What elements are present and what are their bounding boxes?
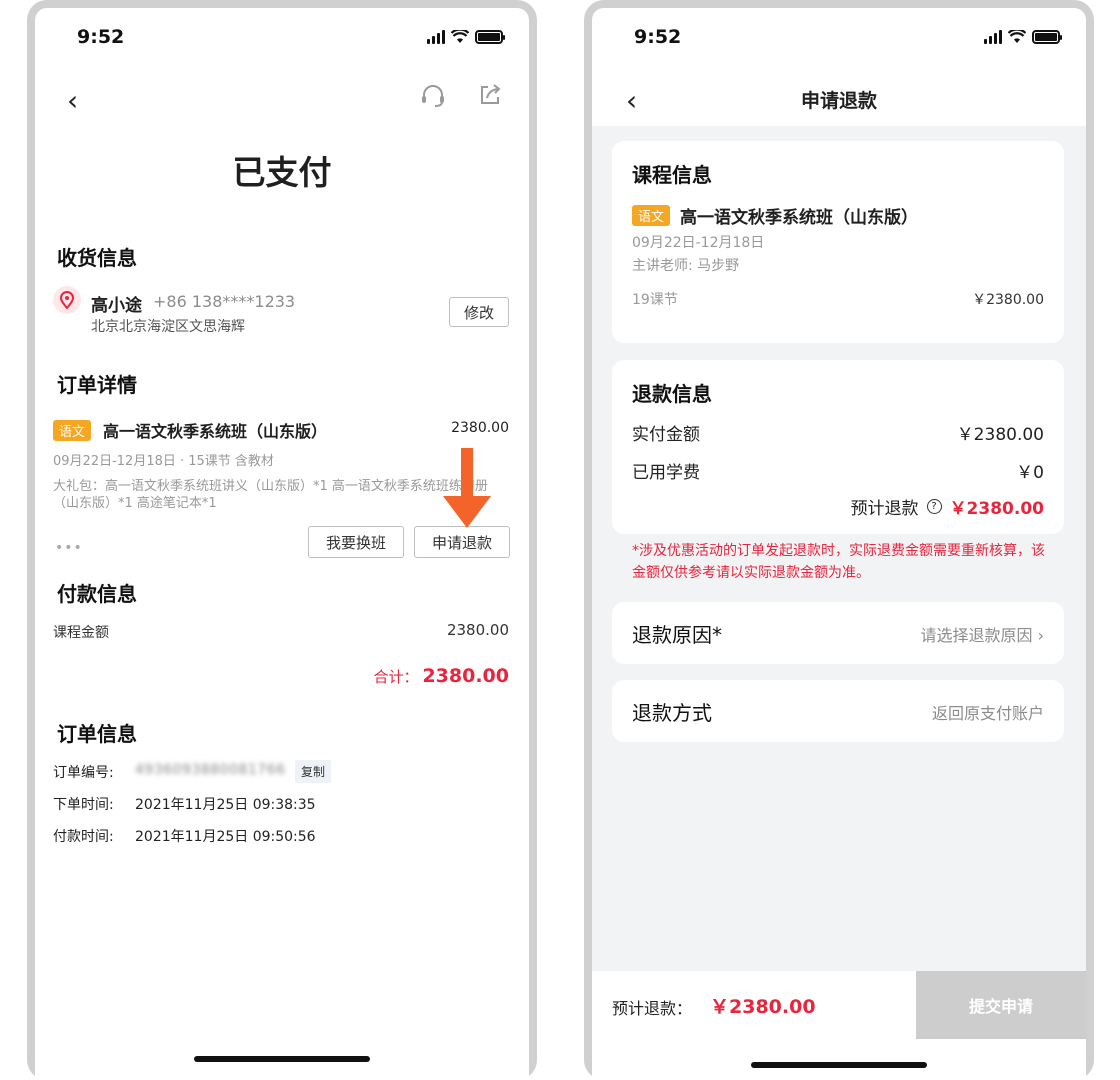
recipient-address: 北京北京海淀区文思海辉 <box>91 319 245 335</box>
status-icons <box>427 30 505 44</box>
subject-tag: 语文 <box>632 205 671 226</box>
course-amount-label: 课程金额 <box>53 625 109 641</box>
home-indicator <box>194 1056 370 1062</box>
refund-screen: 9:52 ‹ 申请退款 课程信息 语文 高一语文秋季系统班（山东版） 09月22… <box>592 8 1086 1080</box>
course-amount-value: 2380.00 <box>446 621 509 639</box>
gift-pack: 大礼包：高一语文秋季系统班讲义（山东版）*1 高一语文秋季系统班练习册（山东版）… <box>53 479 488 511</box>
refund-info-heading: 退款信息 <box>632 382 712 406</box>
apply-refund-button[interactable]: 申请退款 <box>414 526 510 558</box>
paid-amount-value: ￥2380.00 <box>956 425 1044 445</box>
refund-reason-select[interactable]: 请选择退款原因 › <box>920 622 1044 646</box>
recipient-name: 高小途 <box>91 296 142 316</box>
shipping-heading: 收货信息 <box>57 246 137 270</box>
footer-bar: 预计退款： ￥2380.00 提交申请 <box>592 971 1086 1039</box>
nav-bar: ‹ 申请退款 <box>592 68 1086 126</box>
status-bar: 9:52 <box>592 8 1086 68</box>
order-time-label: 下单时间: <box>53 797 114 813</box>
page-title: 已支付 <box>232 153 332 192</box>
back-icon[interactable]: ‹ <box>67 84 78 117</box>
course-name: 高一语文秋季系统班（山东版） <box>680 208 919 228</box>
signal-icon <box>427 30 445 44</box>
used-fee-label: 已用学费 <box>632 463 700 483</box>
status-icons <box>984 30 1062 44</box>
bottom-safe-area <box>592 1039 1086 1080</box>
order-time-value: 2021年11月25日 09:38:35 <box>135 797 316 813</box>
refund-info-card: 退款信息 实付金额 ￥2380.00 已用学费 ￥0 预计退款 ? ￥2380.… <box>612 360 1064 534</box>
chevron-right-icon: › <box>1037 626 1044 645</box>
copy-button[interactable]: 复制 <box>295 760 332 783</box>
status-bar: 9:52 <box>35 8 529 68</box>
help-icon[interactable]: ? <box>926 499 942 514</box>
refund-notice: *涉及优惠活动的订单发起退款时，实际退费金额需要重新核算，该金额仅供参考请以实际… <box>632 543 1045 581</box>
footer-estimate-label: 预计退款： <box>612 999 693 1018</box>
edit-address-button[interactable]: 修改 <box>449 297 509 327</box>
footer-estimate-value: ￥2380.00 <box>710 996 816 1018</box>
used-fee-value: ￥0 <box>1016 463 1044 483</box>
recipient-phone: +86 138****1233 <box>153 292 296 311</box>
refund-reason-placeholder: 请选择退款原因 <box>920 626 1033 645</box>
total-value: 2380.00 <box>422 665 509 687</box>
course-date: 09月22日-12月18日 <box>632 235 765 251</box>
battery-icon <box>1032 30 1062 44</box>
course-price: 2380.00 <box>451 420 509 436</box>
refund-method-value: 返回原支付账户 <box>931 704 1044 723</box>
headset-icon[interactable] <box>419 82 447 110</box>
total-row: 合计： 2380.00 <box>373 665 509 687</box>
wifi-icon <box>1008 30 1026 43</box>
pay-time-value: 2021年11月25日 09:50:56 <box>135 829 316 845</box>
refund-method-label: 退款方式 <box>632 701 712 725</box>
refund-reason-label: 退款原因* <box>632 623 722 647</box>
course-price: ￥2380.00 <box>972 292 1044 308</box>
right-phone: 9:52 ‹ 申请退款 课程信息 语文 高一语文秋季系统班（山东版） 09月22… <box>584 0 1094 1080</box>
payment-heading: 付款信息 <box>57 582 137 606</box>
course-row: 语文 高一语文秋季系统班（山东版） <box>632 203 918 228</box>
change-class-button[interactable]: 我要换班 <box>308 526 404 558</box>
page-title: 申请退款 <box>800 90 877 112</box>
course-name: 高一语文秋季系统班（山东版） <box>103 422 328 441</box>
more-dots[interactable]: ••• <box>55 540 83 556</box>
course-meta: 09月22日-12月18日 · 15课节 含教材 <box>53 454 274 469</box>
pay-time-label: 付款时间: <box>53 829 114 845</box>
location-icon <box>53 286 81 314</box>
estimate-row: 预计退款 ? ￥2380.00 <box>851 494 1044 519</box>
arrow-down-icon <box>443 448 491 528</box>
nav-actions <box>419 82 503 110</box>
order-no-value: 4936093880081766 <box>135 762 286 778</box>
course-lessons: 19课节 <box>632 292 678 308</box>
left-phone: 9:52 ‹ 已支付 收货信息 高小途 +86 138****1233 北京北京… <box>27 0 537 1080</box>
share-icon[interactable] <box>477 82 503 108</box>
nav-bar: ‹ <box>35 78 529 118</box>
wifi-icon <box>451 30 469 43</box>
order-no-label: 订单编号: <box>53 765 114 781</box>
status-time: 9:52 <box>77 26 125 48</box>
order-detail-screen: 9:52 ‹ 已支付 收货信息 高小途 +86 138****1233 北京北京… <box>35 8 529 1080</box>
refund-reason-row[interactable]: 退款原因* 请选择退款原因 › <box>612 602 1064 664</box>
submit-button[interactable]: 提交申请 <box>916 971 1086 1039</box>
total-label: 合计： <box>373 668 419 686</box>
course-info-heading: 课程信息 <box>632 163 712 187</box>
paid-amount-label: 实付金额 <box>632 425 700 445</box>
status-time: 9:52 <box>634 26 682 48</box>
order-info-heading: 订单信息 <box>57 722 137 746</box>
battery-icon <box>475 30 505 44</box>
estimate-label: 预计退款 <box>850 499 919 519</box>
order-detail-heading: 订单详情 <box>57 373 137 397</box>
course-teacher: 主讲老师: 马步野 <box>632 258 740 274</box>
course-row: 语文 高一语文秋季系统班（山东版） <box>53 418 327 442</box>
course-info-card: 课程信息 语文 高一语文秋季系统班（山东版） 09月22日-12月18日 主讲老… <box>612 141 1064 343</box>
signal-icon <box>984 30 1002 44</box>
subject-tag: 语文 <box>53 419 92 441</box>
estimate-value: ￥2380.00 <box>949 499 1044 519</box>
refund-method-row: 退款方式 返回原支付账户 <box>612 680 1064 742</box>
home-indicator <box>751 1062 927 1068</box>
